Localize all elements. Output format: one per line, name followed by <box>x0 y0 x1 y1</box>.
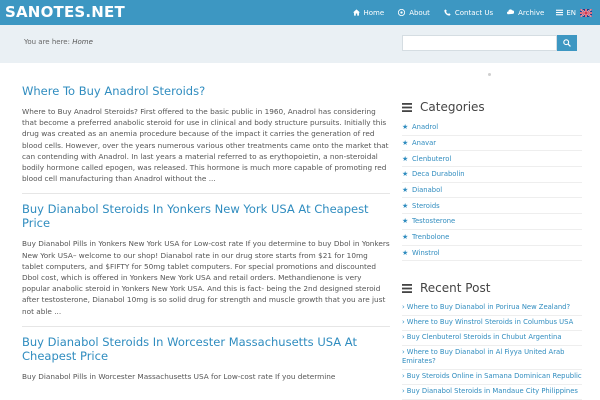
category-item[interactable]: ★ Deca Durabolin <box>402 167 582 183</box>
categories-heading: Categories <box>402 100 582 114</box>
search-input[interactable] <box>402 35 557 51</box>
recent-post-link[interactable]: › Where to Buy Winstrol Steroids in Colum… <box>402 316 582 332</box>
recent-post-label: Buy Dianabol Steroids in Mandaue City Ph… <box>406 387 578 396</box>
category-label: Anavar <box>412 139 437 148</box>
nav-home-label: Home <box>363 8 385 17</box>
nav-about[interactable]: About <box>398 9 430 17</box>
nav-contact[interactable]: Contact Us <box>444 9 493 17</box>
decorative-dot <box>488 73 491 76</box>
category-list: ★ Anadrol ★ Anavar ★ Clenbuterol ★ Deca Dura… <box>402 120 582 262</box>
sidebar: Categories ★ Anadrol ★ Anavar ★ Clenbuterol… <box>402 100 582 400</box>
breadcrumb-prefix: You are here: <box>24 38 70 46</box>
post-title[interactable]: Buy Dianabol Steroids In Yonkers New Yor… <box>22 202 390 230</box>
recent-list: › Where to Buy Dianabol in Porirua New Ze… <box>402 301 582 400</box>
post-divider <box>22 193 390 195</box>
archive-icon <box>507 9 515 15</box>
menu-icon <box>556 9 564 16</box>
star-icon: ★ <box>402 170 409 179</box>
star-icon: ★ <box>402 123 409 132</box>
language-label: EN <box>566 8 576 17</box>
chevron-right-icon: › <box>402 318 405 327</box>
list-icon <box>402 283 412 293</box>
search-button[interactable] <box>557 35 577 51</box>
recent-post-link[interactable]: › Buy Steroids Online in Samana Dominican… <box>402 370 582 386</box>
chevron-right-icon: › <box>402 372 405 381</box>
chevron-right-icon: › <box>402 348 405 357</box>
search-icon <box>563 39 571 47</box>
category-label: Anadrol <box>412 123 439 132</box>
category-item[interactable]: ★ Dianabol <box>402 183 582 199</box>
info-icon <box>398 9 406 16</box>
star-icon: ★ <box>402 139 409 148</box>
category-item[interactable]: ★ Winstrol <box>402 246 582 262</box>
nav-contact-label: Contact Us <box>454 8 494 17</box>
star-icon: ★ <box>402 248 409 257</box>
top-header: SANOTES.NET Home About Contact Us Archiv… <box>0 0 600 25</box>
breadcrumb-current[interactable]: Home <box>72 38 93 46</box>
category-label: Trenbolone <box>412 233 450 242</box>
category-item[interactable]: ★ Trenbolone <box>402 230 582 246</box>
star-icon: ★ <box>402 154 409 163</box>
recent-title: Recent Post <box>420 281 491 296</box>
recent-post-link[interactable]: › Where to Buy Dianabol in Porirua New Ze… <box>402 301 582 317</box>
post-item: Buy Dianabol Steroids In Worcester Massa… <box>22 335 390 382</box>
site-logo[interactable]: SANOTES.NET <box>5 3 125 21</box>
uk-flag-icon <box>580 8 592 17</box>
category-label: Clenbuterol <box>412 154 452 163</box>
chevron-right-icon: › <box>402 303 405 312</box>
categories-title: Categories <box>420 100 485 114</box>
nav-about-label: About <box>409 8 430 17</box>
recent-post-label: Where to Buy Dianabol in Al Fiyya United… <box>402 348 565 366</box>
recent-heading: Recent Post <box>402 281 582 295</box>
recent-post-link[interactable]: › Buy Dianabol Steroids in Mandaue City P… <box>402 385 582 400</box>
post-title[interactable]: Where To Buy Anadrol Steroids? <box>22 84 390 98</box>
recent-post-link[interactable]: › Buy Clenbuterol Steroids in Chubut Arge… <box>402 331 582 347</box>
category-label: Dianabol <box>412 186 443 195</box>
home-icon <box>352 9 360 16</box>
category-label: Steroids <box>412 201 440 210</box>
main-nav: Home About Contact Us Archive EN <box>339 0 592 25</box>
post-list: Where To Buy Anadrol Steroids? Where to … <box>22 84 390 382</box>
category-label: Winstrol <box>412 248 440 257</box>
recent-post-label: Where to Buy Winstrol Steroids in Columb… <box>406 318 574 327</box>
nav-home[interactable]: Home <box>352 8 385 17</box>
chevron-right-icon: › <box>402 333 405 342</box>
post-excerpt: Where to Buy Anadrol Steroids? First off… <box>22 107 389 184</box>
phone-icon <box>444 9 451 16</box>
recent-post-label: Buy Clenbuterol Steroids in Chubut Argen… <box>406 333 562 342</box>
language-selector[interactable]: EN <box>556 8 592 17</box>
category-item[interactable]: ★ Anadrol <box>402 120 582 136</box>
post-item: Buy Dianabol Steroids In Yonkers New Yor… <box>22 202 390 316</box>
post-divider <box>22 325 390 327</box>
recent-post-link[interactable]: › Where to Buy Dianabol in Al Fiyya Unite… <box>402 346 582 371</box>
category-label: Testosterone <box>412 217 456 226</box>
nav-archive-label: Archive <box>518 8 545 17</box>
category-item[interactable]: ★ Testosterone <box>402 214 582 230</box>
category-item[interactable]: ★ Anavar <box>402 136 582 152</box>
post-excerpt: Buy Dianabol Pills in Worcester Massachu… <box>22 371 336 381</box>
post-item: Where To Buy Anadrol Steroids? Where to … <box>22 84 390 184</box>
star-icon: ★ <box>402 201 409 210</box>
star-icon: ★ <box>402 217 409 226</box>
recent-post-label: Buy Steroids Online in Samana Dominican … <box>406 372 582 381</box>
category-label: Deca Durabolin <box>412 170 465 179</box>
category-item[interactable]: ★ Clenbuterol <box>402 151 582 168</box>
chevron-right-icon: › <box>402 387 405 396</box>
list-icon <box>402 102 412 112</box>
star-icon: ★ <box>402 186 409 195</box>
post-title[interactable]: Buy Dianabol Steroids In Worcester Massa… <box>22 335 390 363</box>
breadcrumb: You are here: Home <box>24 38 93 46</box>
recent-post-label: Where to Buy Dianabol in Porirua New Zea… <box>406 303 571 312</box>
post-excerpt: Buy Dianabol Pills in Yonkers New York U… <box>22 239 390 316</box>
category-item[interactable]: ★ Steroids <box>402 198 582 215</box>
nav-archive[interactable]: Archive <box>507 9 544 17</box>
star-icon: ★ <box>402 233 409 242</box>
